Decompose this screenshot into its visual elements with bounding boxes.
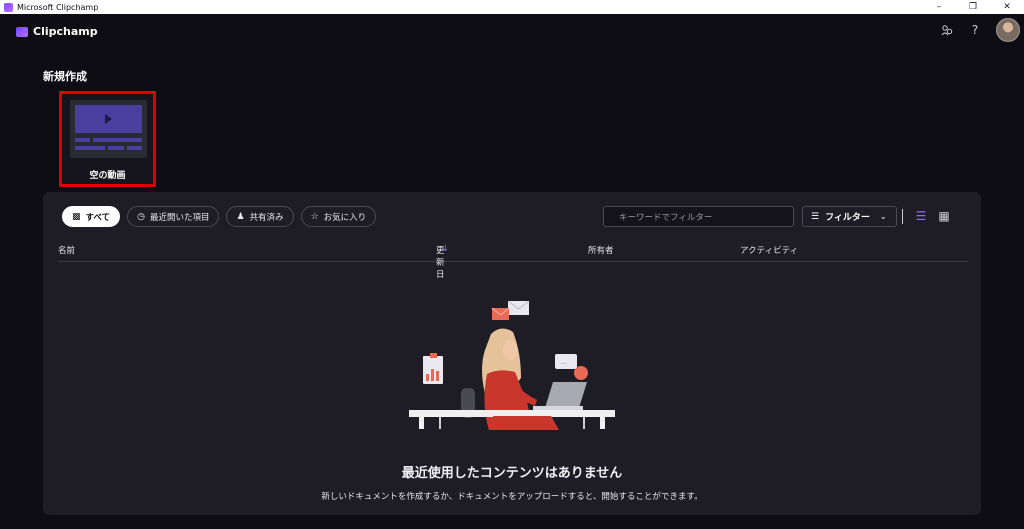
blank-video-card[interactable]: 空の動画 [59, 91, 156, 187]
minimize-icon[interactable]: – [922, 0, 956, 14]
blank-video-label: 空の動画 [89, 171, 126, 181]
new-section-title: 新規作成 [43, 70, 87, 83]
cube-icon: ▩ [72, 211, 81, 222]
clock-icon: ◷ [137, 211, 145, 222]
tab-favorites[interactable]: ☆ お気に入り [300, 206, 377, 227]
app-header: Clipchamp ? [0, 14, 1024, 50]
filter-tabs: ▩ すべて ◷ 最近開いた項目 ♟ 共有済み ☆ お気に入り [62, 206, 377, 227]
tab-all[interactable]: ▩ すべて [62, 206, 121, 227]
star-icon: ☆ [310, 211, 319, 222]
grid-view-icon[interactable]: ▦ [937, 209, 951, 223]
tab-recent[interactable]: ◷ 最近開いた項目 [127, 206, 220, 227]
chevron-down-icon: ⌄ [879, 212, 887, 221]
avatar[interactable] [996, 18, 1020, 42]
window-title-bar: Microsoft Clipchamp – ❐ ✕ [0, 0, 1024, 14]
tab-shared-label: 共有済み [249, 212, 284, 223]
svg-text:...: ... [560, 358, 567, 366]
video-thumbnail [70, 100, 147, 158]
share-icon[interactable] [940, 23, 954, 37]
empty-state-illustration: ... [409, 300, 615, 430]
brand-name: Clipchamp [33, 25, 98, 38]
people-icon: ♟ [236, 211, 245, 222]
filter-button[interactable]: ☰ フィルター ⌄ [802, 206, 897, 227]
play-icon [105, 114, 112, 124]
column-owner[interactable]: 所有者 [588, 244, 614, 256]
keyword-filter-input[interactable]: キーワードでフィルター [603, 206, 794, 227]
filter-button-label: フィルター [825, 213, 870, 223]
list-view-icon[interactable]: ☰ [914, 209, 928, 223]
column-name[interactable]: 名前 [58, 244, 75, 256]
clipchamp-app-icon [4, 2, 13, 12]
table-header: 名前 更新日 ↓ 所有者 アクティビティ [58, 244, 968, 280]
empty-state-subtitle: 新しいドキュメントを作成するか、ドキュメントをアップロードすると、開始することが… [321, 492, 703, 502]
clipchamp-logo-icon [16, 26, 28, 37]
column-activity[interactable]: アクティビティ [740, 244, 798, 256]
filter-lines-icon: ☰ [811, 211, 820, 222]
window-title: Microsoft Clipchamp [17, 2, 99, 12]
tab-recent-label: 最近開いた項目 [149, 212, 210, 223]
tab-shared[interactable]: ♟ 共有済み [226, 206, 294, 227]
content-panel: ▩ すべて ◷ 最近開いた項目 ♟ 共有済み ☆ お気に入り キーワードでフィル… [43, 192, 981, 515]
empty-state-title: 最近使用したコンテンツはありません [401, 466, 623, 481]
brand[interactable]: Clipchamp [16, 25, 98, 38]
restore-icon[interactable]: ❐ [956, 0, 990, 14]
tab-favorites-label: お気に入り [323, 212, 367, 223]
close-icon[interactable]: ✕ [990, 0, 1024, 14]
tab-all-label: すべて [85, 212, 111, 223]
toolbar-divider [902, 209, 903, 224]
sort-arrow-icon: ↓ [442, 244, 450, 254]
help-icon[interactable]: ? [968, 23, 982, 37]
